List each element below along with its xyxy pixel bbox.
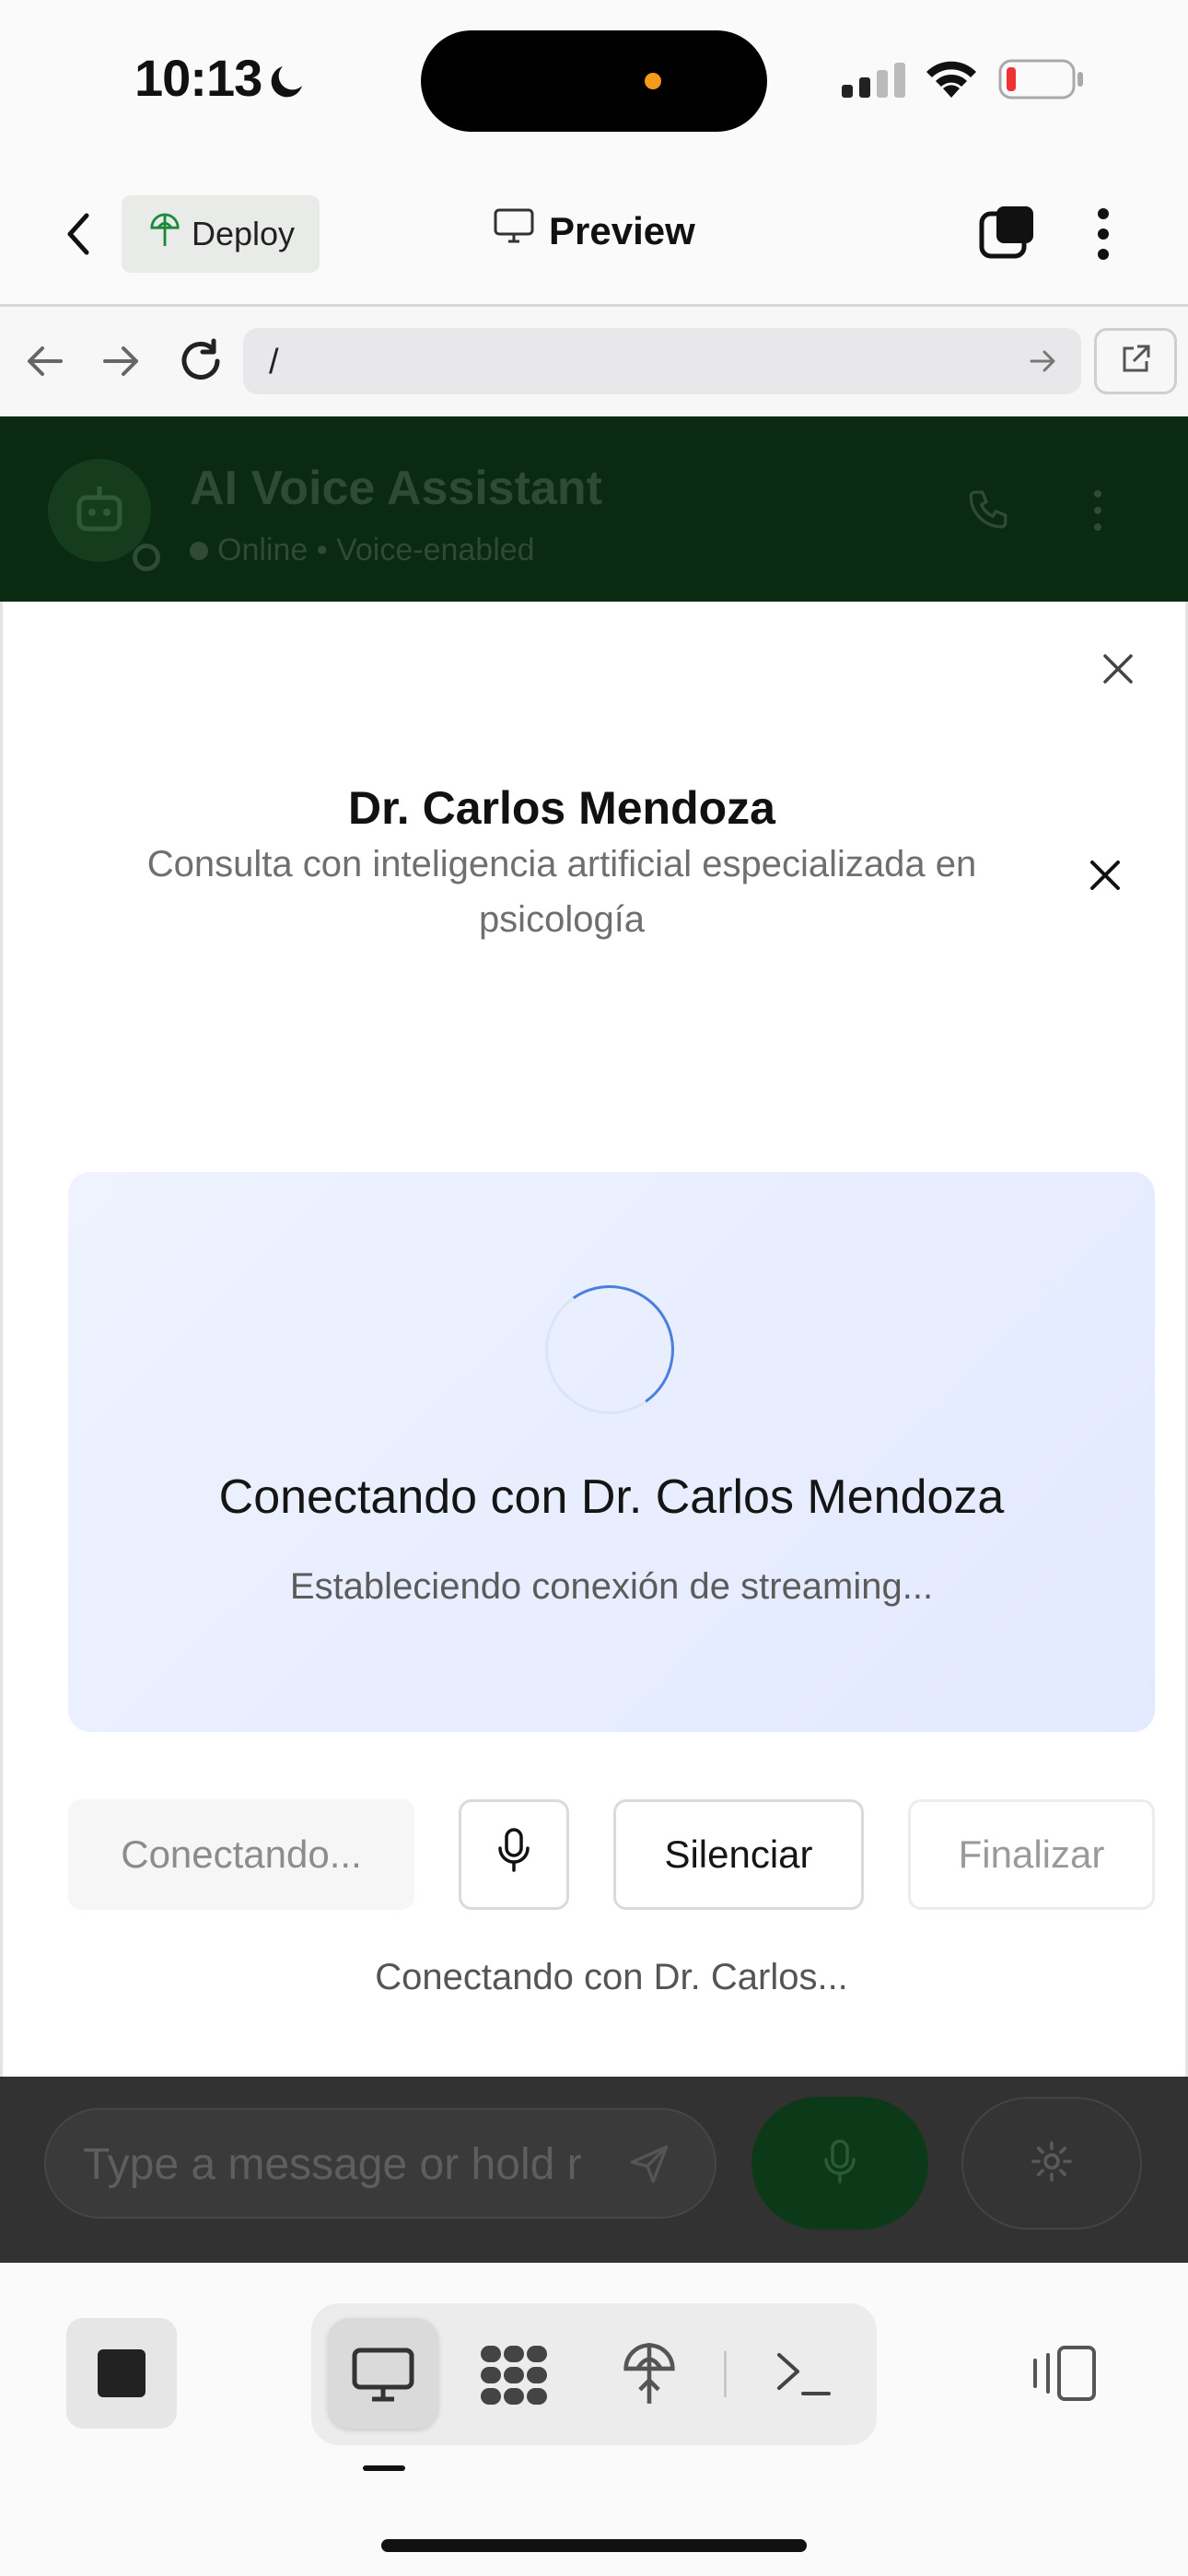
bot-avatar xyxy=(48,459,151,562)
send-icon[interactable] xyxy=(626,2141,672,2192)
preview-title[interactable]: Preview xyxy=(494,208,695,254)
online-dot xyxy=(190,542,208,560)
preview-label: Preview xyxy=(549,209,695,252)
arrow-left-icon[interactable] xyxy=(24,343,64,384)
reload-icon[interactable] xyxy=(177,337,225,390)
tabs-icon[interactable] xyxy=(978,203,1037,266)
online-ring xyxy=(133,544,160,571)
terminal-icon[interactable] xyxy=(775,2348,833,2404)
active-tab-indicator xyxy=(363,2465,405,2471)
settings-button[interactable] xyxy=(961,2097,1142,2230)
wifi-icon xyxy=(923,57,980,104)
tool-separator xyxy=(724,2351,727,2397)
arrow-right-icon[interactable] xyxy=(101,343,142,384)
status-time: 10:13 xyxy=(134,49,262,107)
more-vertical-icon[interactable] xyxy=(1092,206,1114,266)
microphone-button[interactable] xyxy=(459,1799,569,1910)
moon-icon xyxy=(265,59,309,108)
app-status: Online • Voice-enabled xyxy=(217,533,535,568)
connection-status: Conectando con Dr. Carlos... xyxy=(375,1957,848,1997)
home-indicator xyxy=(381,2539,807,2552)
microphone-icon xyxy=(495,1826,532,1883)
stop-icon xyxy=(98,2349,146,2397)
deploy-icon xyxy=(149,213,181,256)
gear-icon xyxy=(1030,2139,1074,2188)
hold-to-talk-button[interactable] xyxy=(751,2097,928,2230)
go-arrow-icon[interactable] xyxy=(1030,348,1057,379)
monitor-icon xyxy=(494,208,534,254)
signal-icon xyxy=(842,61,906,104)
close-icon[interactable] xyxy=(1101,652,1135,690)
deploy-tool-icon[interactable] xyxy=(621,2338,678,2413)
deploy-label: Deploy xyxy=(192,215,296,252)
phone-icon[interactable] xyxy=(965,486,1011,537)
connecting-title: Conectando con Dr. Carlos Mendoza xyxy=(218,1470,1005,1524)
app-menu-icon[interactable] xyxy=(1090,488,1105,537)
desktop-icon[interactable] xyxy=(352,2348,414,2407)
apps-icon[interactable] xyxy=(479,2342,549,2413)
connecting-button[interactable]: Conectando... xyxy=(68,1799,414,1910)
url-input[interactable] xyxy=(243,328,1081,394)
chevron-left-icon[interactable] xyxy=(57,208,101,260)
dynamic-island xyxy=(421,30,767,132)
external-link-button[interactable] xyxy=(1094,328,1177,394)
external-link-icon xyxy=(1119,343,1152,381)
connecting-subtitle: Estableciendo conexión de streaming... xyxy=(289,1566,934,1607)
stop-button[interactable] xyxy=(66,2318,177,2429)
mute-button[interactable]: Silenciar xyxy=(613,1799,864,1910)
deploy-button[interactable]: Deploy xyxy=(122,195,320,273)
app-title: AI Voice Assistant xyxy=(190,462,602,515)
url-text: / xyxy=(269,343,279,381)
doctor-subtitle: Consulta con inteligencia artificial esp… xyxy=(146,844,977,940)
battery-low-icon xyxy=(998,59,1085,104)
microphone-icon xyxy=(821,2137,858,2190)
dialog-close-icon[interactable] xyxy=(1089,859,1122,896)
connecting-card xyxy=(68,1172,1155,1732)
doctor-name: Dr. Carlos Mendoza xyxy=(348,782,775,834)
end-call-button[interactable]: Finalizar xyxy=(908,1799,1155,1910)
split-view-icon[interactable] xyxy=(1030,2344,1100,2407)
message-placeholder: Type a message or hold r xyxy=(83,2140,582,2189)
privacy-indicator xyxy=(645,73,661,89)
